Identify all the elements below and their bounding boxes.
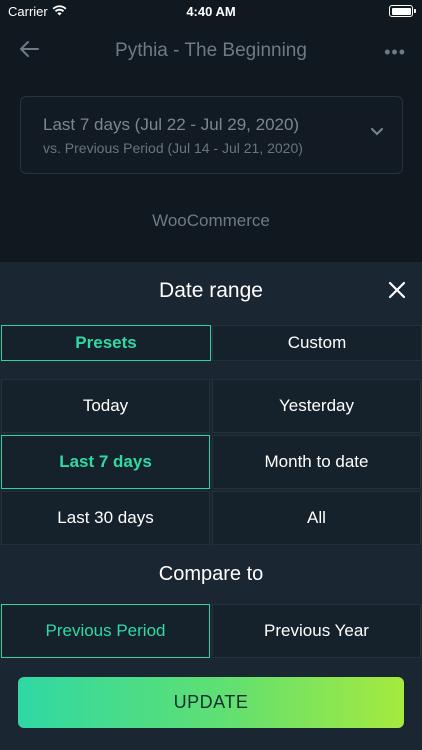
compare-previous-period[interactable]: Previous Period [1,604,210,658]
preset-last-7-days[interactable]: Last 7 days [1,435,210,489]
background-screen: Carrier 4:40 AM Pythia - The Beginning •… [0,0,422,262]
preset-all[interactable]: All [212,491,421,545]
preset-today[interactable]: Today [1,379,210,433]
close-icon[interactable] [388,281,406,299]
chevron-down-icon [371,128,383,136]
date-range-selector[interactable]: Last 7 days (Jul 22 - Jul 29, 2020) vs. … [20,96,403,174]
status-bar: Carrier 4:40 AM [0,0,422,24]
status-time: 4:40 AM [186,4,236,19]
update-button[interactable]: UPDATE [18,677,404,728]
compare-to-label: Compare to [158,563,264,585]
sheet-title: Date range [159,279,263,302]
preset-yesterday[interactable]: Yesterday [212,379,421,433]
battery-icon [389,5,416,17]
date-range-comparison: vs. Previous Period (Jul 14 - Jul 21, 20… [43,140,303,156]
date-range-main: Last 7 days (Jul 22 - Jul 29, 2020) [43,115,300,134]
more-icon[interactable]: ••• [384,42,406,63]
preset-last-30-days[interactable]: Last 30 days [1,491,210,545]
tab-custom[interactable]: Custom [212,325,422,361]
page-title: Pythia - The Beginning [115,40,307,61]
date-range-sheet: Date range Presets Custom Today Yesterda… [0,262,422,750]
compare-previous-year[interactable]: Previous Year [212,604,421,658]
section-label: WooCommerce [152,211,270,230]
tab-presets[interactable]: Presets [1,325,211,361]
nav-bar: Pythia - The Beginning ••• [0,30,422,70]
preset-month-to-date[interactable]: Month to date [212,435,421,489]
